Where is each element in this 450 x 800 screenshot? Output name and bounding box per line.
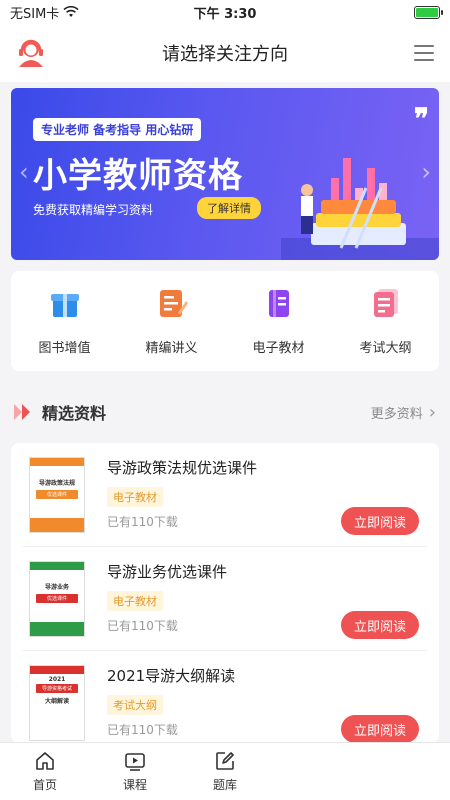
nav-label: 首页	[32, 778, 57, 792]
quick-item-handouts[interactable]: 精编讲义	[118, 271, 225, 371]
banner-title: 小学教师资格	[33, 156, 243, 196]
syllabus-icon	[373, 289, 398, 317]
item-title: 导游政策法规优选课件	[107, 459, 258, 477]
banner-next-icon[interactable]: ›	[421, 158, 431, 186]
home-icon	[36, 752, 54, 770]
wifi-icon	[63, 6, 79, 17]
quick-item-syllabus[interactable]: 考试大纲	[332, 271, 439, 371]
quick-menu: 图书增值 精编讲义 电子教材 考试大纲	[11, 271, 439, 371]
book-cover: 导游业务 优选课件	[29, 561, 85, 637]
menu-icon[interactable]	[414, 45, 434, 61]
nav-blank	[270, 743, 450, 800]
service-avatar-icon[interactable]	[16, 38, 46, 68]
cover-year: 2021	[48, 676, 66, 683]
cover-line2: 大纲解读	[44, 698, 69, 705]
gift-icon	[50, 294, 79, 317]
list-item[interactable]: 导游政策法规 优选课件 导游政策法规优选课件 电子教材 已有110下载 立即阅读	[11, 443, 439, 547]
item-downloads: 已有110下载	[107, 619, 178, 633]
read-now-button[interactable]: 立即阅读	[341, 507, 419, 535]
cover-line2: 优选课件	[36, 490, 78, 499]
quick-label: 考试大纲	[359, 341, 412, 356]
app-header: 请选择关注方向	[0, 24, 450, 82]
section-header: 精选资料 更多资料 ›	[0, 396, 450, 428]
quote-icon: ❞	[413, 102, 429, 135]
section-title: 精选资料	[42, 404, 107, 423]
read-now-button[interactable]: 立即阅读	[341, 715, 419, 743]
cover-line1: 导游政策法规	[38, 480, 75, 487]
read-now-button[interactable]: 立即阅读	[341, 611, 419, 639]
quick-item-ebooks[interactable]: 电子教材	[225, 271, 332, 371]
cover-line2: 优选课件	[36, 594, 78, 603]
carrier-label: 无SIM卡	[10, 6, 60, 22]
resource-list: 导游政策法规 优选课件 导游政策法规优选课件 电子教材 已有110下载 立即阅读…	[11, 443, 439, 743]
status-bar: 无SIM卡 下午 3:30	[0, 0, 450, 24]
ebook-icon	[268, 290, 289, 317]
status-left: 无SIM卡	[10, 3, 79, 22]
banner-tagline: 专业老师 备考指导 用心钻研	[33, 118, 202, 141]
edit-icon	[216, 752, 234, 770]
banner-prev-icon[interactable]: ‹	[19, 158, 29, 186]
nav-item-question-bank[interactable]: 题库	[180, 743, 270, 800]
nav-label: 题库	[212, 778, 237, 792]
book-cover: 2021 导游资格考试 大纲解读	[29, 665, 85, 741]
list-item[interactable]: 2021 导游资格考试 大纲解读 2021导游大纲解读 考试大纲 已有110下载…	[11, 651, 439, 743]
handout-icon	[159, 290, 188, 317]
item-tag: 电子教材	[107, 487, 163, 507]
nav-label: 课程	[122, 778, 147, 792]
item-title: 导游业务优选课件	[107, 563, 228, 581]
section-marker-icon	[14, 404, 30, 420]
bottom-nav: 首页 课程 题库	[0, 742, 450, 800]
item-tag: 电子教材	[107, 591, 163, 611]
item-downloads: 已有110下载	[107, 723, 178, 737]
list-item[interactable]: 导游业务 优选课件 导游业务优选课件 电子教材 已有110下载 立即阅读	[11, 547, 439, 651]
quick-label: 图书增值	[38, 341, 91, 356]
item-tag: 考试大纲	[107, 695, 163, 715]
cover-line1: 导游业务	[44, 584, 69, 591]
book-cover: 导游政策法规 优选课件	[29, 457, 85, 533]
banner-subtitle: 免费获取精编学习资料	[33, 203, 154, 217]
promo-banner[interactable]: 专业老师 备考指导 用心钻研 小学教师资格 免费获取精编学习资料 了解详情 ‹ …	[11, 88, 439, 260]
item-title: 2021导游大纲解读	[107, 667, 236, 685]
nav-item-courses[interactable]: 课程	[90, 743, 180, 800]
quick-item-book-extras[interactable]: 图书增值	[11, 271, 118, 371]
play-icon	[125, 753, 145, 771]
page-title: 请选择关注方向	[162, 44, 288, 65]
more-link-label: 更多资料	[370, 406, 423, 422]
more-link[interactable]: 更多资料 ›	[371, 402, 436, 423]
cover-line1: 导游资格考试	[36, 684, 78, 693]
quick-label: 精编讲义	[145, 341, 198, 356]
nav-item-home[interactable]: 首页	[0, 743, 90, 800]
banner-detail-button[interactable]: 了解详情	[197, 197, 261, 219]
quick-label: 电子教材	[252, 341, 305, 356]
item-downloads: 已有110下载	[107, 515, 178, 529]
chevron-right-icon: ›	[428, 401, 436, 423]
battery-icon	[414, 5, 443, 19]
